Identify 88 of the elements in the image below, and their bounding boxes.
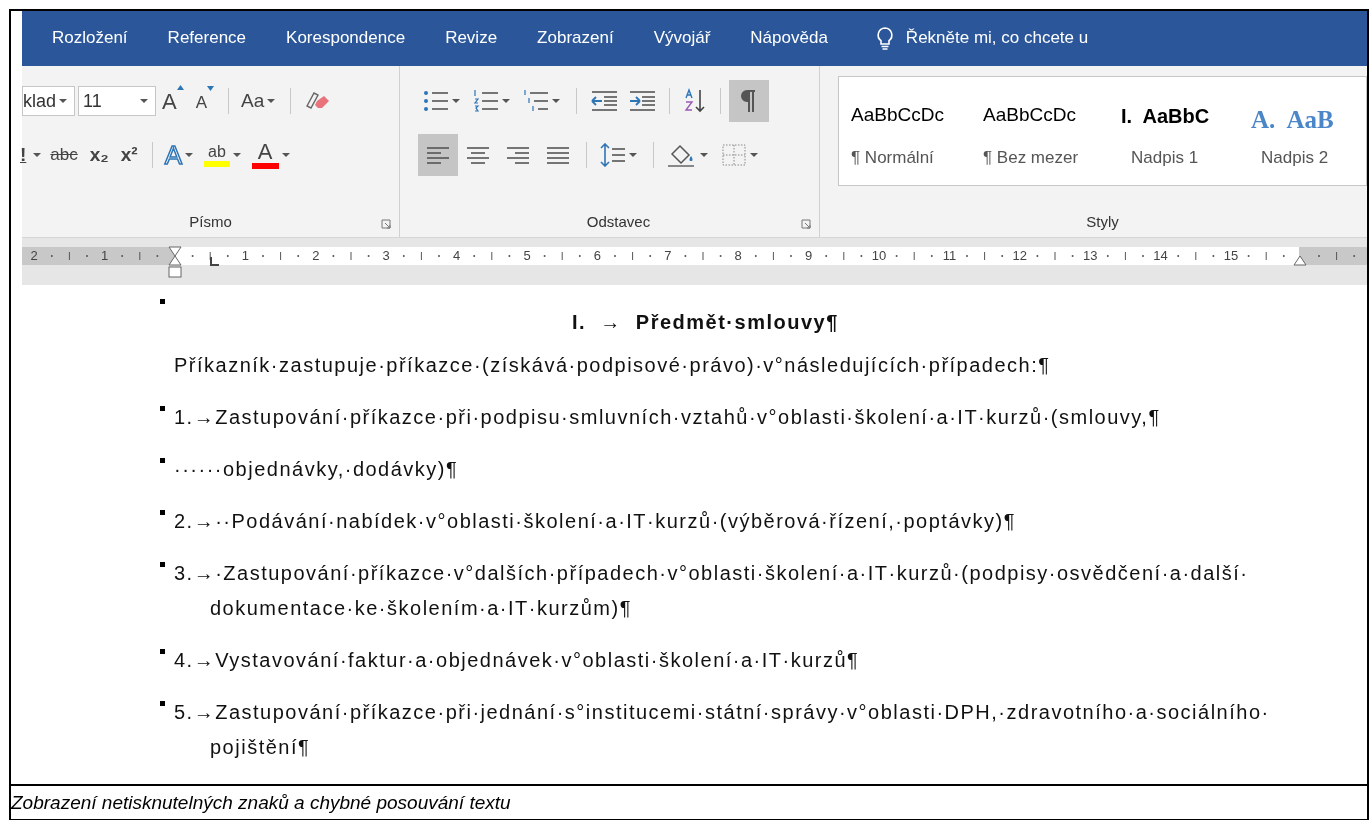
numbered-list-icon xyxy=(473,89,499,113)
paragraph: 2.→··Podávání·nabídek·v°oblasti·školení·a·IT·kurzů·(výběrová·řízení,·poptávky)¶ xyxy=(174,509,1016,534)
decrease-indent-icon xyxy=(590,89,618,113)
ruler-number: 4 xyxy=(451,247,462,265)
ruler-number: 15 xyxy=(1222,247,1240,265)
caret-icon xyxy=(59,99,68,103)
down-triangle-icon xyxy=(207,86,215,92)
align-left-icon xyxy=(425,144,451,166)
line-spacing-icon xyxy=(600,143,626,167)
caret-icon xyxy=(232,153,241,157)
group-label: Odstavec xyxy=(586,211,651,232)
borders-icon xyxy=(721,143,747,167)
align-center-icon xyxy=(465,144,491,166)
caret-icon xyxy=(629,153,637,157)
caret-icon xyxy=(452,99,460,103)
paragraph: ······objednávky,·dodávky)¶ xyxy=(174,457,459,482)
style-item[interactable]: I. AaBbC Nadpis 1 xyxy=(1121,77,1251,185)
ruler-margin xyxy=(1299,247,1367,265)
ruler-number: 7 xyxy=(663,247,673,265)
group-label: Písmo xyxy=(189,211,232,232)
caret-icon xyxy=(267,99,276,103)
ribbon-tab[interactable]: Revize xyxy=(445,21,498,55)
style-item[interactable]: A. AaB Nadpis 2 xyxy=(1251,77,1366,185)
bullet-list-icon xyxy=(423,89,449,113)
caret-icon xyxy=(700,153,708,157)
ruler-number: 13 xyxy=(1081,247,1099,265)
tab-stop-icon[interactable] xyxy=(209,257,219,267)
highlight-button[interactable]: ab xyxy=(200,143,248,167)
sort-icon xyxy=(683,88,707,114)
ribbon-tab[interactable]: Reference xyxy=(167,21,247,55)
ribbon-tab[interactable]: Zobrazení xyxy=(537,21,614,55)
grow-font-button[interactable]: A xyxy=(156,84,190,118)
group-label: Styly xyxy=(1086,211,1119,232)
up-triangle-icon xyxy=(176,84,184,90)
paragraph: 5.→Zastupování·příkazce·při·jednání·s°institucemi·státní·správy·v°oblasti·DPH,·zdravotního·a·sociálního· pojištění¶ xyxy=(174,700,1270,760)
ribbon-tab[interactable]: Nápověda xyxy=(750,21,828,55)
align-justify-icon xyxy=(545,144,571,166)
paragraph: 3.→·Zastupování·příkazce·v°dalších·případech·v°oblasti·školení·a·IT·kurzů·(podpisy·osvědčení·a·další· dokumentace·ke·školením·a·IT·kurzům)¶ xyxy=(174,561,1249,621)
strikethrough-button[interactable]: abc xyxy=(44,142,84,168)
tell-me-field[interactable]: Řekněte mi, co chcete u xyxy=(905,25,1089,51)
caret-icon xyxy=(502,99,510,103)
caret-icon xyxy=(750,153,758,157)
paragraph: 1.→Zastupování·příkazce·při·podpisu·smluvních·vztahů·v°oblasti·školení·a·IT·kurzů·(smlouvy,¶ xyxy=(174,405,1161,430)
font-size-field[interactable]: 11 xyxy=(78,86,157,116)
dialog-launcher-icon xyxy=(801,219,811,229)
ruler-number: 1 xyxy=(99,247,110,265)
align-right-icon xyxy=(505,144,531,166)
change-case-button[interactable]: Aa xyxy=(237,86,283,116)
caret-icon xyxy=(185,153,193,157)
pilcrow-icon xyxy=(741,89,757,113)
ruler-number: 14 xyxy=(1152,247,1169,265)
paint-bucket-icon xyxy=(667,142,697,168)
caption: Zobrazení netisknutelných znaků a chybné posouvání textu xyxy=(11,790,511,815)
subscript-button[interactable]: x₂ xyxy=(83,140,115,170)
underline-button[interactable]: ! xyxy=(16,140,31,170)
ruler-number: 2 xyxy=(311,247,321,265)
increase-indent-icon xyxy=(628,89,656,113)
ruler-number: 1 xyxy=(240,247,250,265)
dialog-launcher-icon xyxy=(381,219,391,229)
heading: I. → Předmět·smlouvy¶ xyxy=(572,310,839,335)
show-marks-button[interactable] xyxy=(729,80,769,122)
font-color-button[interactable]: A xyxy=(247,141,297,169)
font-name-field[interactable]: klad xyxy=(22,86,76,116)
ruler-number: 6 xyxy=(592,247,602,265)
ruler-number: 3 xyxy=(381,247,391,265)
paragraph: Příkazník·zastupuje·příkazce·(získává·podpisové·právo)·v°následujících·případech:¶ xyxy=(174,353,1051,378)
caret-icon xyxy=(140,99,149,103)
ruler-number: 10 xyxy=(870,247,888,265)
shrink-font-button[interactable]: A xyxy=(189,86,221,116)
right-indent-marker-icon[interactable] xyxy=(1293,255,1307,266)
ribbon-tab[interactable]: Korespondence xyxy=(286,21,406,55)
ruler-number: 12 xyxy=(1011,247,1029,265)
align-left-button[interactable] xyxy=(418,134,458,176)
ruler-number: 5 xyxy=(522,247,532,265)
ribbon-tab[interactable]: Vývojář xyxy=(653,21,711,55)
superscript-button[interactable]: x² xyxy=(114,140,144,170)
ribbon-tab[interactable]: Rozložení xyxy=(52,21,128,55)
ruler-number: 8 xyxy=(733,247,743,265)
caret-icon xyxy=(33,153,42,157)
lightbulb-icon xyxy=(875,26,894,50)
ruler-number: 11 xyxy=(941,247,958,265)
style-item[interactable]: AaBbCcDc ¶ Bez mezer xyxy=(983,77,1121,185)
style-item[interactable]: AaBbCcDc ¶ Normální xyxy=(851,77,983,185)
ruler-number: 9 xyxy=(803,247,814,265)
ruler-number: 2 xyxy=(29,247,39,265)
paragraph: 4.→Vystavování·faktur·a·objednávek·v°oblasti·školení·a·IT·kurzů¶ xyxy=(174,648,860,673)
caret-icon xyxy=(281,153,290,157)
caret-icon xyxy=(552,99,560,103)
